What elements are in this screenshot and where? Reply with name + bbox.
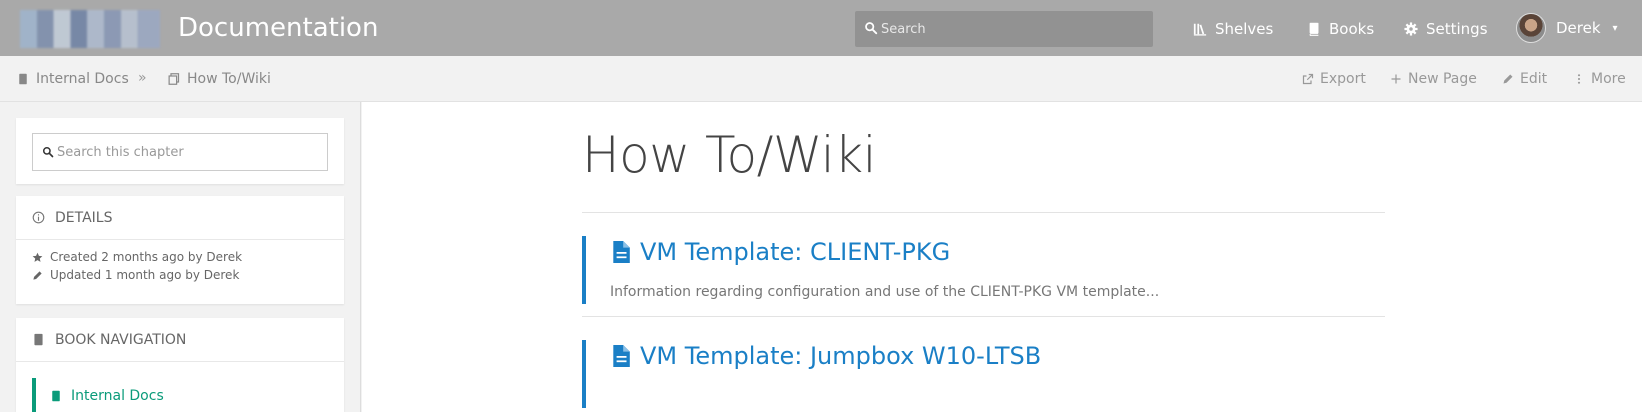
shelves-icon	[1193, 23, 1207, 36]
page-accent-bar	[582, 340, 586, 408]
booknav-item-internal-docs[interactable]: Internal Docs	[32, 378, 328, 412]
export-icon	[1302, 73, 1314, 85]
page-link[interactable]: VM Template: CLIENT-PKG	[612, 238, 950, 266]
edit-label: Edit	[1520, 71, 1548, 87]
info-icon	[32, 211, 45, 224]
more-button[interactable]: More	[1573, 71, 1626, 87]
star-icon	[32, 252, 43, 262]
breadcrumb-bar: Internal Docs » How To/Wiki Export New P…	[0, 56, 1642, 102]
nav-settings[interactable]: Settings	[1404, 18, 1488, 40]
search-icon	[42, 146, 54, 158]
book-navigation-card: Book Navigation Internal Docs	[16, 318, 344, 412]
book-navigation-heading: Book Navigation	[16, 318, 344, 362]
search-icon	[865, 22, 878, 35]
book-icon	[52, 390, 60, 402]
more-label: More	[1591, 71, 1626, 87]
chevron-down-icon: ▾	[1612, 22, 1618, 34]
chapter-search-field[interactable]	[32, 133, 328, 171]
pencil-icon	[33, 270, 42, 280]
main-content: How To/Wiki VM Template: CLIENT-PKG Info…	[362, 102, 1642, 412]
book-icon	[1309, 22, 1319, 36]
divider	[582, 212, 1385, 213]
breadcrumb-chapter[interactable]: How To/Wiki	[168, 71, 271, 87]
book-navigation-heading-label: Book Navigation	[55, 331, 187, 348]
page-list-item[interactable]: VM Template: Jumpbox W10-LTSB	[582, 340, 1385, 408]
logo[interactable]	[20, 10, 160, 48]
details-heading: Details	[16, 196, 344, 240]
divider	[582, 316, 1385, 317]
new-page-button[interactable]: New Page	[1390, 71, 1477, 87]
nav-settings-label: Settings	[1426, 20, 1488, 38]
nav-books[interactable]: Books	[1307, 18, 1374, 40]
page-icon	[613, 241, 630, 263]
created-meta: Created 2 months ago by Derek	[32, 250, 242, 264]
user-menu[interactable]: Derek ▾	[1516, 12, 1618, 44]
breadcrumb-chapter-label: How To/Wiki	[187, 71, 271, 87]
app-header: Documentation Shelves Books	[0, 0, 1642, 56]
new-page-label: New Page	[1408, 71, 1477, 87]
page-accent-bar	[582, 236, 586, 304]
edit-button[interactable]: Edit	[1502, 71, 1547, 87]
book-icon	[34, 333, 43, 346]
breadcrumb-book[interactable]: Internal Docs	[17, 71, 129, 87]
updated-text: Updated 1 month ago by Derek	[50, 268, 240, 282]
page-excerpt: Information regarding configuration and …	[610, 284, 1160, 300]
breadcrumb-book-label: Internal Docs	[36, 71, 129, 87]
more-icon	[1577, 74, 1581, 84]
details-heading-label: Details	[55, 209, 113, 226]
page-list-item[interactable]: VM Template: CLIENT-PKG Information rega…	[582, 236, 1385, 304]
chapter-icon	[168, 73, 180, 85]
app-title[interactable]: Documentation	[178, 13, 378, 43]
plus-icon	[1391, 74, 1401, 84]
chapter-search-input[interactable]	[57, 134, 323, 170]
search-input[interactable]	[881, 11, 1147, 47]
book-icon	[19, 73, 27, 85]
page-title-link: VM Template: CLIENT-PKG	[640, 238, 951, 266]
booknav-item-label: Internal Docs	[71, 388, 164, 404]
user-name: Derek	[1556, 19, 1601, 37]
page-icon	[613, 345, 630, 367]
avatar	[1516, 13, 1546, 43]
global-search[interactable]	[855, 11, 1153, 47]
details-card: Details Created 2 months ago by Derek Up…	[16, 196, 344, 304]
nav-shelves[interactable]: Shelves	[1193, 18, 1273, 40]
chapter-search-card	[16, 118, 344, 184]
nav-books-label: Books	[1329, 20, 1375, 38]
export-label: Export	[1320, 71, 1366, 87]
breadcrumb-separator: »	[138, 70, 147, 86]
page-link[interactable]: VM Template: Jumpbox W10-LTSB	[612, 342, 1041, 370]
pencil-icon	[1503, 74, 1513, 84]
updated-meta: Updated 1 month ago by Derek	[32, 268, 239, 282]
sidebar: Details Created 2 months ago by Derek Up…	[0, 102, 361, 412]
export-button[interactable]: Export	[1302, 71, 1366, 87]
nav-shelves-label: Shelves	[1215, 20, 1274, 38]
gear-icon	[1404, 22, 1418, 36]
page-title-link: VM Template: Jumpbox W10-LTSB	[640, 342, 1042, 370]
page-title: How To/Wiki	[582, 126, 877, 184]
created-text: Created 2 months ago by Derek	[50, 250, 243, 264]
